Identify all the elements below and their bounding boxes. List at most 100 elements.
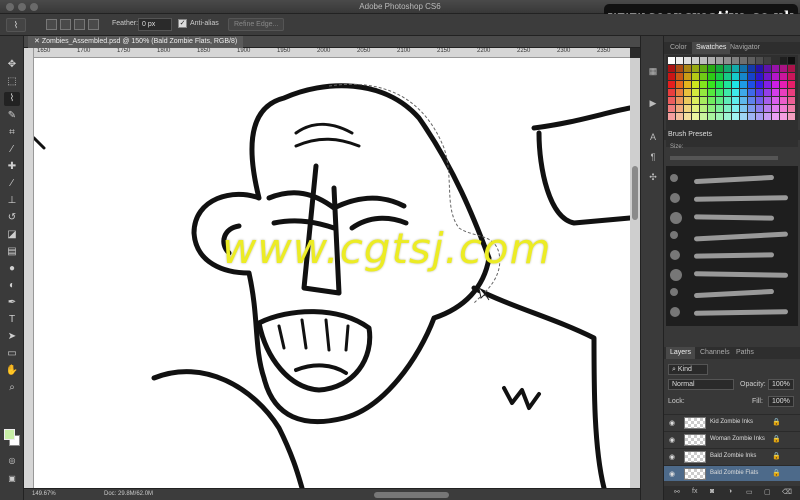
color-swatch[interactable] xyxy=(748,81,755,88)
color-swatch[interactable] xyxy=(756,105,763,112)
color-swatch[interactable] xyxy=(724,113,731,120)
color-swatch[interactable] xyxy=(788,73,795,80)
brush-stroke-preview[interactable] xyxy=(693,195,789,202)
tab-channels[interactable]: Channels xyxy=(696,347,734,359)
lasso-icon[interactable]: ⌇ xyxy=(6,18,26,32)
color-swatch[interactable] xyxy=(772,113,779,120)
hand-icon[interactable]: ✋ xyxy=(4,364,20,378)
color-swatch[interactable] xyxy=(780,65,787,72)
refine-edge-button[interactable]: Refine Edge... xyxy=(228,18,285,31)
brush-panel-icon[interactable]: ✣ xyxy=(646,172,660,184)
color-swatch[interactable] xyxy=(788,105,795,112)
color-swatch[interactable] xyxy=(708,57,715,64)
color-swatch[interactable] xyxy=(788,113,795,120)
color-swatch[interactable] xyxy=(740,113,747,120)
color-swatch[interactable] xyxy=(780,89,787,96)
feather-input[interactable]: 0 px xyxy=(138,18,172,31)
color-swatch[interactable] xyxy=(788,97,795,104)
color-swatch[interactable] xyxy=(676,113,683,120)
color-swatch[interactable] xyxy=(668,97,675,104)
tab-paths[interactable]: Paths xyxy=(732,347,758,359)
color-swatch[interactable] xyxy=(684,57,691,64)
color-swatch[interactable] xyxy=(780,113,787,120)
color-swatch[interactable] xyxy=(676,105,683,112)
color-swatch[interactable] xyxy=(708,113,715,120)
eyedropper-icon[interactable]: ⁄ xyxy=(4,143,20,157)
color-swatch[interactable] xyxy=(756,97,763,104)
history-panel-icon[interactable]: ▦ xyxy=(646,66,660,78)
color-swatch[interactable] xyxy=(692,57,699,64)
color-swatch[interactable] xyxy=(764,65,771,72)
brush-icon[interactable]: ∕ xyxy=(4,177,20,191)
color-swatch[interactable] xyxy=(748,57,755,64)
blur-icon[interactable]: ● xyxy=(4,262,20,276)
color-swatch[interactable] xyxy=(684,89,691,96)
color-swatch[interactable] xyxy=(692,113,699,120)
color-swatch[interactable] xyxy=(756,81,763,88)
color-swatch[interactable] xyxy=(764,57,771,64)
color-swatch[interactable] xyxy=(716,89,723,96)
stamp-icon[interactable]: ⊥ xyxy=(4,194,20,208)
color-swatch[interactable] xyxy=(684,65,691,72)
color-swatch[interactable] xyxy=(668,81,675,88)
color-swatch[interactable] xyxy=(732,81,739,88)
brush-tip-icon[interactable] xyxy=(670,174,678,182)
color-swatch[interactable] xyxy=(668,89,675,96)
document-canvas[interactable]: www.cgtsj.com xyxy=(34,58,630,488)
color-swatch[interactable] xyxy=(700,89,707,96)
screen-mode-icon[interactable]: ▣ xyxy=(4,472,20,486)
tab-navigator[interactable]: Navigator xyxy=(726,42,764,54)
marquee-icon[interactable]: ⬚ xyxy=(4,75,20,89)
eye-icon[interactable]: ◉ xyxy=(669,436,675,444)
color-swatch[interactable] xyxy=(748,105,755,112)
color-swatch[interactable] xyxy=(676,81,683,88)
color-swatch[interactable] xyxy=(724,65,731,72)
color-swatch[interactable] xyxy=(788,57,795,64)
color-swatch[interactable] xyxy=(716,65,723,72)
link-layers-icon[interactable]: ⚯ xyxy=(674,488,680,496)
color-swatch[interactable] xyxy=(764,81,771,88)
color-swatch[interactable] xyxy=(700,81,707,88)
color-swatch[interactable] xyxy=(788,89,795,96)
brush-size-slider[interactable] xyxy=(670,156,778,160)
color-swatch[interactable] xyxy=(788,81,795,88)
brush-presets-header[interactable]: Brush Presets xyxy=(664,130,800,140)
color-swatch[interactable] xyxy=(708,97,715,104)
color-swatch[interactable] xyxy=(748,89,755,96)
color-swatch[interactable] xyxy=(708,65,715,72)
subtract-selection-icon[interactable] xyxy=(74,19,85,30)
character-panel-icon[interactable]: A xyxy=(646,132,660,144)
paragraph-panel-icon[interactable]: ¶ xyxy=(646,152,660,164)
color-swatch[interactable] xyxy=(668,65,675,72)
color-swatch[interactable] xyxy=(756,89,763,96)
color-swatch[interactable] xyxy=(780,97,787,104)
color-swatch[interactable] xyxy=(740,65,747,72)
foreground-color-swatch[interactable] xyxy=(4,429,15,440)
shape-icon[interactable]: ▭ xyxy=(4,347,20,361)
color-swatch[interactable] xyxy=(668,73,675,80)
move-icon[interactable]: ✥ xyxy=(4,58,20,72)
healing-icon[interactable]: ✚ xyxy=(4,160,20,174)
gradient-icon[interactable]: ▤ xyxy=(4,245,20,259)
color-swatch[interactable] xyxy=(716,97,723,104)
color-swatch[interactable] xyxy=(740,81,747,88)
antialias-checkbox[interactable]: ✓ xyxy=(178,19,187,28)
layer-row[interactable]: ◉ Bald Zombie Flats 🔒 xyxy=(664,465,800,481)
color-swatch[interactable] xyxy=(772,73,779,80)
color-swatch[interactable] xyxy=(732,65,739,72)
color-swatch[interactable] xyxy=(700,113,707,120)
color-swatch[interactable] xyxy=(716,57,723,64)
brush-tip-icon[interactable] xyxy=(670,231,678,239)
color-swatch[interactable] xyxy=(684,97,691,104)
new-layer-icon[interactable]: ▢ xyxy=(764,488,771,496)
color-swatch[interactable] xyxy=(708,81,715,88)
intersect-selection-icon[interactable] xyxy=(88,19,99,30)
color-swatch[interactable] xyxy=(748,73,755,80)
brush-tip-icon[interactable] xyxy=(670,250,680,260)
color-swatch[interactable] xyxy=(732,89,739,96)
color-swatch[interactable] xyxy=(740,105,747,112)
color-swatch[interactable] xyxy=(716,81,723,88)
color-swatch[interactable] xyxy=(772,105,779,112)
color-swatch[interactable] xyxy=(676,65,683,72)
crop-icon[interactable]: ⌗ xyxy=(4,126,20,140)
